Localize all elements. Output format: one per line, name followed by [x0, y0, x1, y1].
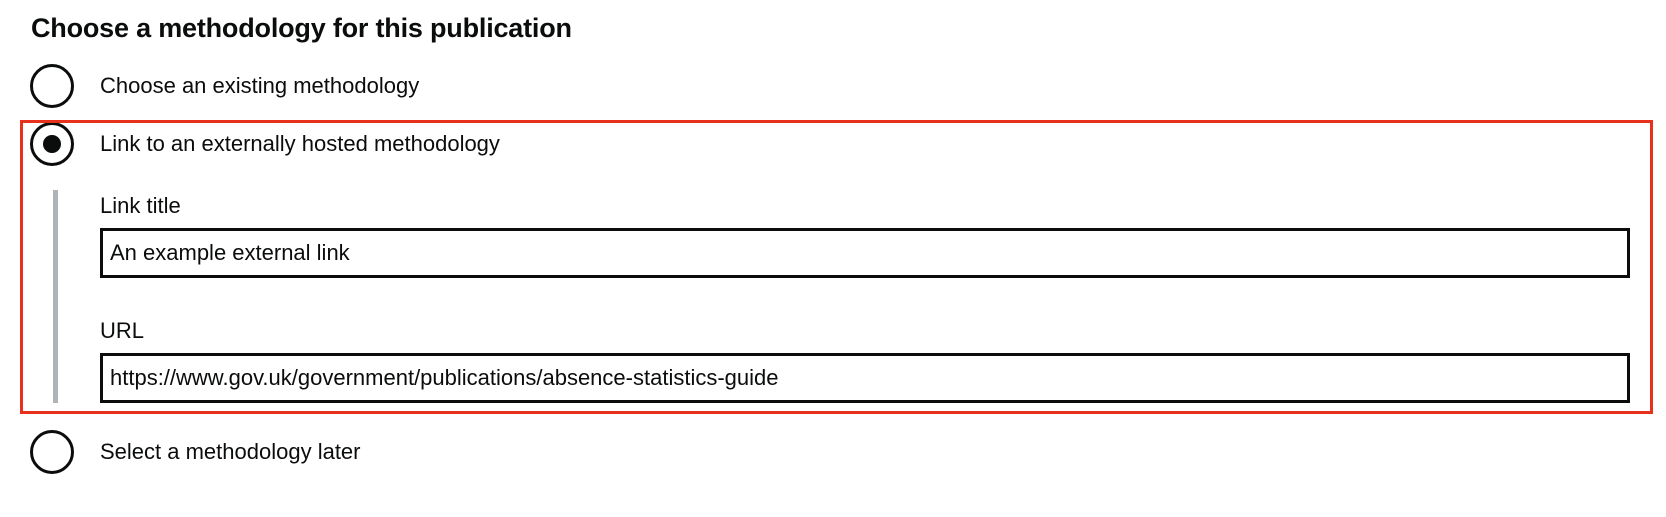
- link-title-input[interactable]: [100, 228, 1630, 278]
- radio-option-methodology-later[interactable]: Select a methodology later: [30, 430, 1530, 482]
- radio-button-external-methodology[interactable]: [30, 122, 74, 166]
- radio-label-methodology-later[interactable]: Select a methodology later: [100, 437, 361, 467]
- radio-button-methodology-later[interactable]: [30, 430, 74, 474]
- url-input[interactable]: [100, 353, 1630, 403]
- link-title-label: Link title: [100, 193, 181, 218]
- radio-button-existing-methodology[interactable]: [30, 64, 74, 108]
- radio-label-external-methodology[interactable]: Link to an externally hosted methodology: [100, 129, 500, 159]
- radio-selected-dot: [43, 135, 61, 153]
- url-label: URL: [100, 318, 145, 343]
- radio-label-existing-methodology[interactable]: Choose an existing methodology: [100, 71, 419, 101]
- radio-option-existing-methodology[interactable]: Choose an existing methodology: [30, 64, 1530, 116]
- conditional-reveal-bar: [53, 190, 58, 403]
- fieldset-legend: Choose a methodology for this publicatio…: [31, 13, 572, 43]
- radio-option-external-methodology[interactable]: Link to an externally hosted methodology: [30, 122, 1530, 174]
